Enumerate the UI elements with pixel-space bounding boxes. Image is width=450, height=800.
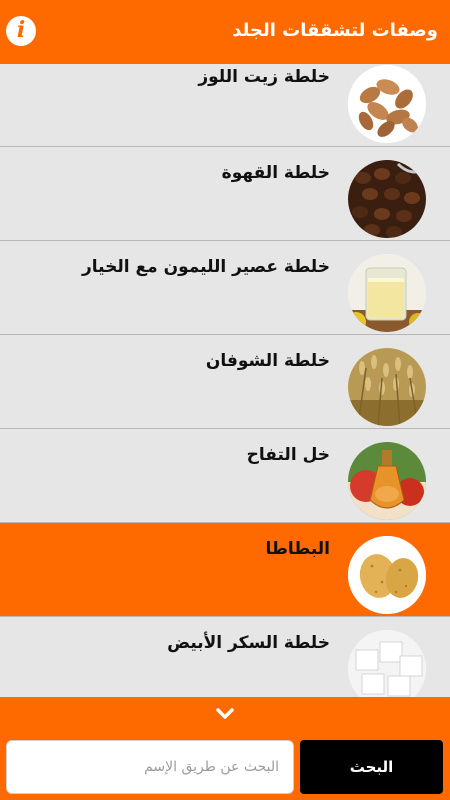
chevron-down-icon bbox=[216, 708, 234, 719]
list-item-oats[interactable]: خلطة الشوفان bbox=[0, 335, 450, 429]
list-item-almond-oil[interactable]: خلطة زيت اللوز bbox=[0, 64, 450, 147]
list-item-label: البطاطا bbox=[265, 539, 331, 559]
app-header: وصفات لتشققات الجلد i bbox=[0, 0, 450, 64]
search-input[interactable] bbox=[6, 740, 294, 794]
list-item-label: خل التفاح bbox=[246, 445, 330, 465]
list-item-potatoes[interactable]: البطاطا bbox=[0, 523, 450, 617]
search-button[interactable]: البحث bbox=[300, 740, 443, 794]
potatoes-image bbox=[348, 536, 426, 614]
info-button[interactable]: i bbox=[6, 16, 36, 46]
list-item-white-sugar[interactable]: خلطة السكر الأبيض bbox=[0, 617, 450, 697]
list-item-label: خلطة عصير الليمون مع الخيار bbox=[82, 257, 330, 277]
expand-toggle[interactable] bbox=[0, 697, 450, 733]
oats-image bbox=[348, 348, 426, 426]
list-item-lemon-cucumber[interactable]: خلطة عصير الليمون مع الخيار bbox=[0, 241, 450, 335]
apple-vinegar-image bbox=[348, 442, 426, 520]
info-icon: i bbox=[16, 17, 26, 43]
list-item-label: خلطة السكر الأبيض bbox=[167, 633, 330, 653]
list-item-apple-vinegar[interactable]: خل التفاح bbox=[0, 429, 450, 523]
lemon-juice-glass-image bbox=[348, 254, 426, 332]
almonds-image bbox=[348, 65, 426, 143]
page-title: وصفات لتشققات الجلد bbox=[232, 20, 438, 41]
recipe-list[interactable]: خلطة زيت اللوز خلطة القهوة خلطة عصير الل… bbox=[0, 64, 450, 697]
search-bar: البحث bbox=[0, 733, 450, 800]
sugar-cubes-image bbox=[348, 630, 426, 697]
list-item-coffee[interactable]: خلطة القهوة bbox=[0, 147, 450, 241]
list-item-label: خلطة زيت اللوز bbox=[198, 67, 330, 87]
coffee-beans-image bbox=[348, 160, 426, 238]
list-item-label: خلطة الشوفان bbox=[205, 351, 330, 371]
list-item-label: خلطة القهوة bbox=[221, 163, 330, 183]
